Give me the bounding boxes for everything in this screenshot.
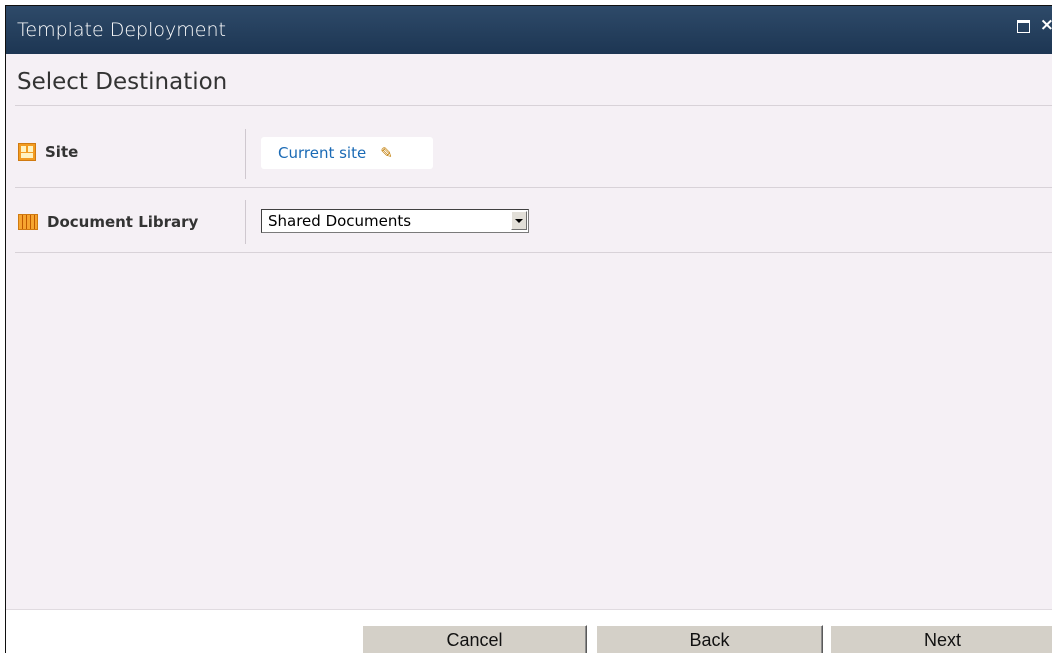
site-icon: [18, 143, 36, 161]
chevron-down-icon[interactable]: [511, 211, 527, 230]
divider: [15, 252, 1052, 253]
document-library-select[interactable]: Shared Documents: [261, 209, 529, 233]
maximize-icon[interactable]: [1017, 20, 1030, 33]
page-title: Select Destination: [17, 69, 228, 95]
selected-library: Shared Documents: [268, 212, 412, 230]
pencil-icon[interactable]: ✎: [380, 144, 393, 162]
site-value-box: Current site ✎: [261, 137, 433, 169]
cancel-button[interactable]: Cancel: [362, 625, 587, 653]
divider: [15, 105, 1052, 106]
button-bar: Cancel Back Next: [6, 609, 1052, 653]
back-button[interactable]: Back: [596, 625, 823, 653]
close-icon[interactable]: ×: [1040, 15, 1052, 35]
current-site-link[interactable]: Current site: [278, 144, 366, 162]
site-label: Site: [45, 143, 79, 161]
site-row-label: Site: [18, 143, 78, 161]
window-title: Template Deployment: [17, 19, 226, 41]
column-separator: [245, 200, 246, 244]
divider: [15, 187, 1052, 188]
title-bar: Template Deployment ×: [6, 6, 1052, 54]
library-row-label: Document Library: [18, 213, 198, 231]
document-library-label: Document Library: [47, 213, 199, 231]
dialog-window: Template Deployment × Select Destination…: [5, 5, 1052, 653]
column-separator: [245, 129, 246, 179]
document-library-icon: [18, 214, 38, 230]
next-button[interactable]: Next: [830, 625, 1052, 653]
